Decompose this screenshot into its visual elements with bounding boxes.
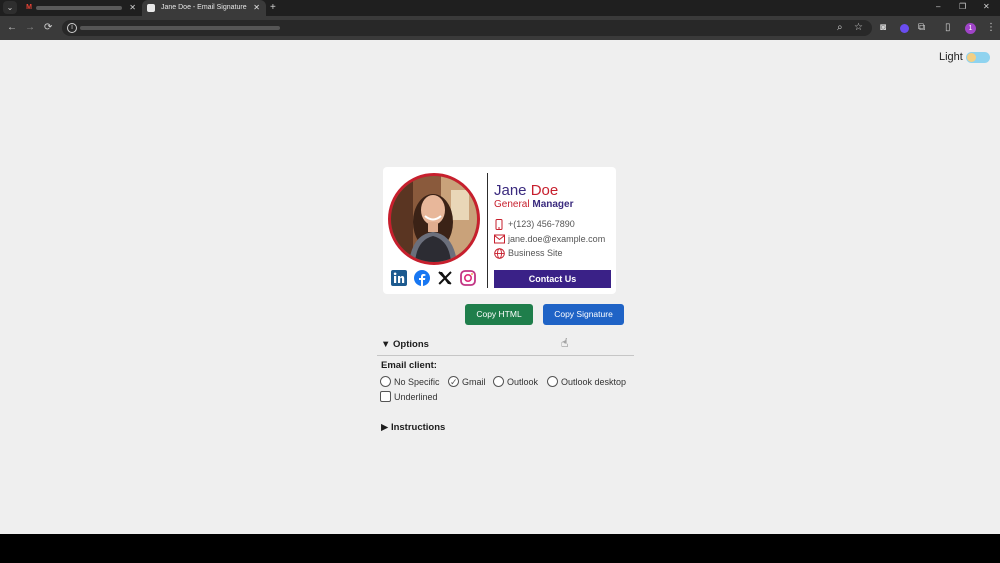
signature-name: Jane Doe bbox=[494, 182, 558, 199]
instructions-title: Instructions bbox=[390, 422, 446, 433]
email-text: jane.doe@example.com bbox=[508, 234, 606, 244]
instagram-icon[interactable] bbox=[460, 270, 476, 286]
copy-signature-button[interactable]: Copy Signature bbox=[543, 304, 624, 325]
radio-label: No Specific bbox=[394, 377, 440, 387]
contact-us-button[interactable]: Contact Us bbox=[494, 270, 611, 288]
blurred-url bbox=[80, 26, 280, 30]
linkedin-icon[interactable] bbox=[391, 270, 407, 286]
collapsed-triangle-icon: ▶ bbox=[381, 422, 389, 433]
x-icon[interactable] bbox=[437, 270, 453, 286]
expanded-triangle-icon: ▼ bbox=[381, 339, 391, 350]
portrait-photo bbox=[391, 176, 477, 262]
blurred-tab-title bbox=[36, 6, 122, 10]
browser-tab-gmail[interactable]: M ✕ bbox=[20, 0, 142, 16]
options-title: Options bbox=[393, 339, 429, 350]
profile-avatar[interactable]: 1 bbox=[965, 23, 976, 34]
phone-icon bbox=[495, 219, 503, 230]
zoom-icon[interactable]: ⌕ bbox=[837, 21, 843, 35]
browser-tab-bar: ⌄ M ✕ Jane Doe - Email Signature ✕ + – ❐… bbox=[0, 0, 1000, 16]
bookmark-star-icon[interactable]: ☆ bbox=[854, 21, 863, 35]
globe-icon bbox=[494, 248, 505, 259]
camera-extension-icon[interactable]: ◙ bbox=[880, 21, 886, 35]
forward-icon[interactable]: → bbox=[25, 21, 35, 35]
back-icon[interactable]: ← bbox=[7, 21, 17, 35]
tab-close-icon[interactable]: ✕ bbox=[129, 0, 136, 16]
radio-circle[interactable] bbox=[547, 376, 558, 387]
side-panel-icon[interactable]: ▯ bbox=[945, 21, 951, 35]
first-name: Jane bbox=[494, 182, 527, 199]
extensions-puzzle-icon[interactable]: ⧉ bbox=[918, 21, 925, 35]
site-info-icon[interactable]: i bbox=[67, 23, 77, 33]
role-main: Manager bbox=[532, 199, 574, 210]
bottom-letterbox bbox=[0, 534, 1000, 563]
underlined-label: Underlined bbox=[394, 392, 438, 402]
theme-label: Light bbox=[939, 51, 963, 63]
toggle-knob bbox=[967, 53, 976, 62]
extension-icon[interactable] bbox=[900, 24, 909, 33]
phone-text: +(123) 456-7890 bbox=[508, 219, 575, 229]
radio-circle[interactable] bbox=[380, 376, 391, 387]
browser-menu-icon[interactable]: ⋮ bbox=[986, 21, 996, 35]
copy-html-button[interactable]: Copy HTML bbox=[465, 304, 533, 325]
radio-label: Outlook bbox=[507, 377, 539, 387]
address-bar[interactable]: i ⌕ ☆ bbox=[62, 20, 872, 36]
restore-icon[interactable]: ❐ bbox=[959, 0, 966, 14]
window-close-icon[interactable]: ✕ bbox=[983, 0, 990, 14]
radio-circle-checked[interactable] bbox=[448, 375, 459, 389]
radio-label: Gmail bbox=[462, 377, 486, 387]
avatar bbox=[388, 173, 480, 265]
tab-search-chevron-down-icon[interactable]: ⌄ bbox=[3, 1, 17, 14]
page-favicon-icon bbox=[147, 4, 155, 12]
gmail-favicon-icon: M bbox=[26, 4, 32, 11]
radio-circle[interactable] bbox=[493, 376, 504, 387]
signature-preview-card: Jane Doe General Manager +(123) 456-7890… bbox=[383, 167, 616, 294]
signature-role: General Manager bbox=[494, 199, 573, 210]
instructions-summary[interactable]: ▶ Instructions bbox=[381, 422, 445, 433]
page-content: Light Jane Doe General Manager +(123) 45… bbox=[0, 40, 1000, 534]
underlined-checkbox[interactable] bbox=[380, 391, 391, 402]
social-links bbox=[390, 269, 478, 289]
minimize-icon[interactable]: – bbox=[936, 0, 940, 14]
website-text: Business Site bbox=[508, 248, 563, 258]
facebook-icon[interactable] bbox=[414, 270, 430, 286]
tab-close-icon[interactable]: ✕ bbox=[253, 0, 260, 16]
tab-title: Jane Doe - Email Signature bbox=[161, 4, 247, 11]
email-client-label: Email client: bbox=[381, 360, 437, 371]
hand-cursor-icon: ☝ bbox=[561, 336, 569, 350]
browser-toolbar: ← → ⟳ i ⌕ ☆ ◙ ⧉ ▯ 1 ⋮ bbox=[0, 16, 1000, 40]
last-name: Doe bbox=[530, 182, 559, 199]
options-divider bbox=[377, 355, 634, 356]
mail-icon bbox=[494, 234, 505, 244]
new-tab-plus-icon[interactable]: + bbox=[270, 0, 276, 16]
options-summary[interactable]: ▼ Options bbox=[381, 339, 429, 350]
radio-label: Outlook desktop bbox=[561, 377, 627, 387]
browser-tab-signature[interactable]: Jane Doe - Email Signature ✕ bbox=[142, 0, 266, 16]
theme-toggle[interactable] bbox=[966, 52, 990, 63]
role-prefix: General bbox=[494, 199, 530, 210]
card-divider bbox=[487, 173, 488, 288]
reload-icon[interactable]: ⟳ bbox=[44, 21, 52, 35]
